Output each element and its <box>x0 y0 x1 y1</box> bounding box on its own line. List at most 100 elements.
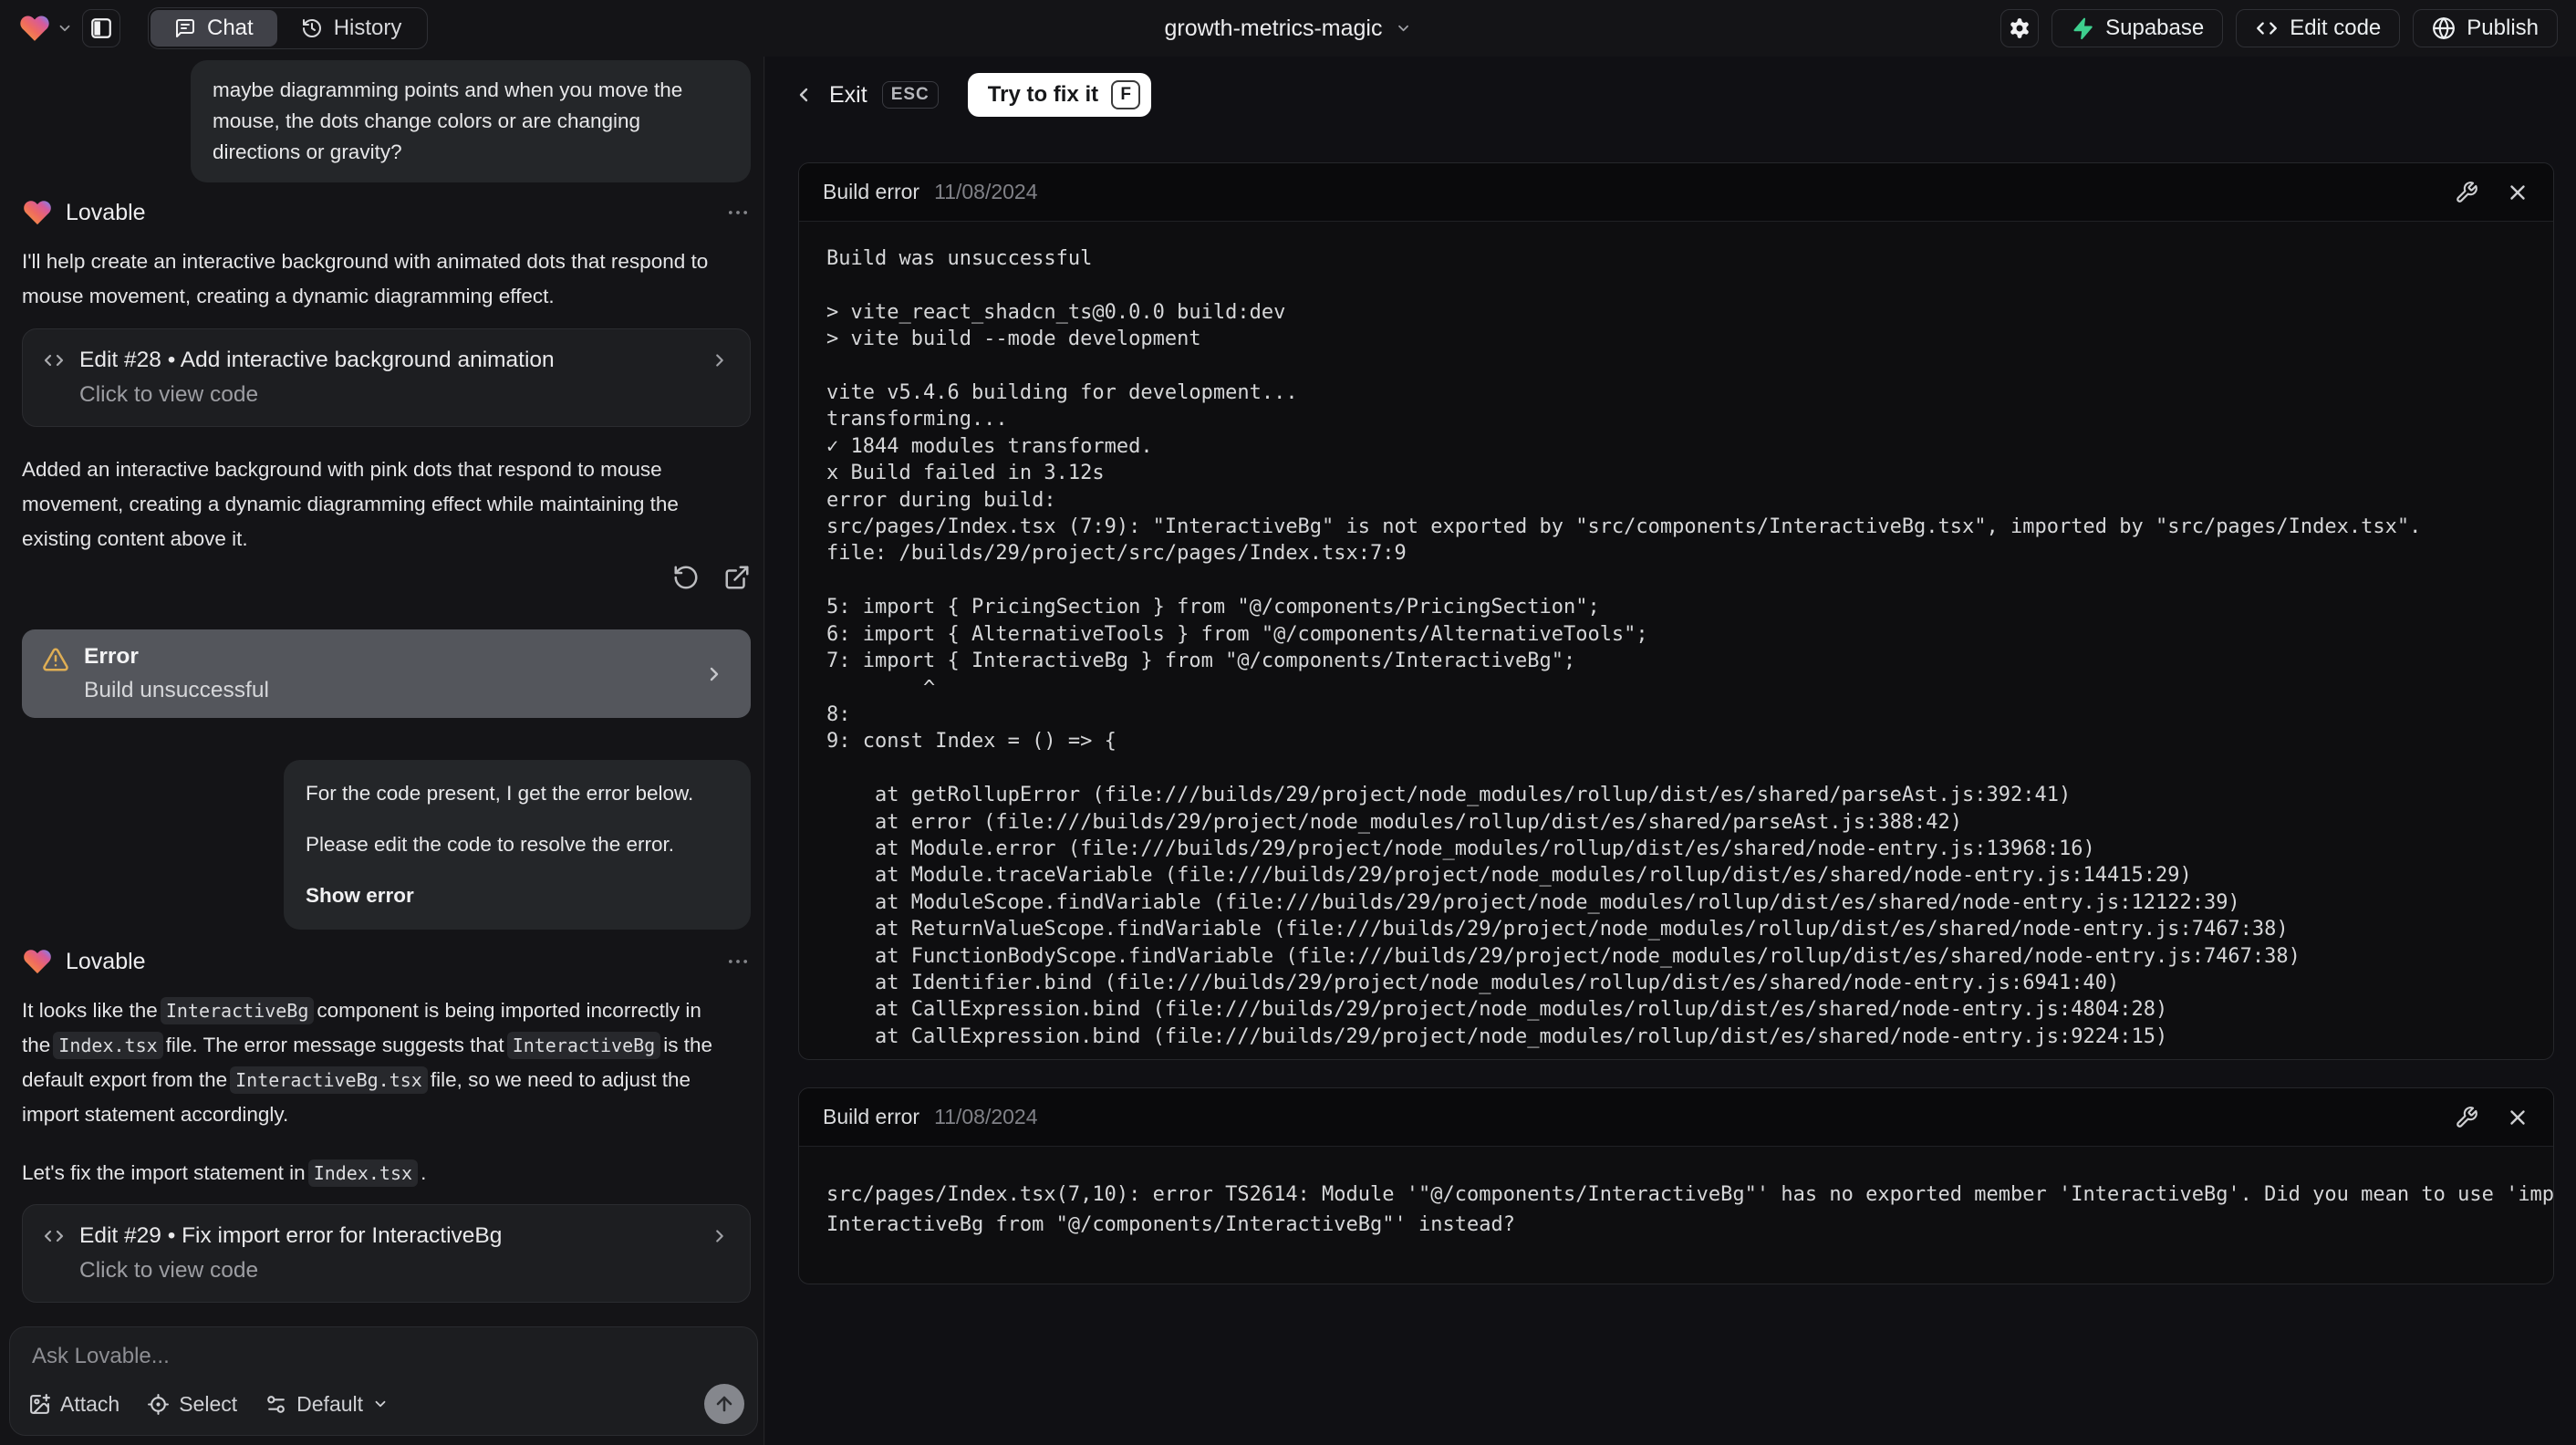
edit-card-subtitle: Click to view code <box>79 1258 259 1283</box>
chevron-down-icon <box>372 1396 389 1412</box>
tab-chat[interactable]: Chat <box>151 10 277 47</box>
assistant-header: Lovable <box>22 197 751 228</box>
assistant-intro-text: I'll help create an interactive backgrou… <box>22 250 709 307</box>
warning-triangle-icon <box>42 646 84 673</box>
message-more-button[interactable] <box>725 200 751 225</box>
edit-code-label: Edit code <box>2290 16 2382 40</box>
code-brackets-icon <box>43 1225 65 1247</box>
inline-code: InteractiveBg <box>160 997 315 1024</box>
build-error-card-header: Build error 11/08/2024 <box>799 163 2553 222</box>
edit-card-28[interactable]: Edit #28 • Add interactive background an… <box>22 328 751 427</box>
supabase-label: Supabase <box>2105 16 2205 40</box>
build-error-card-2: Build error 11/08/2024 src/pages/Index.t… <box>798 1087 2554 1284</box>
restore-icon[interactable] <box>672 564 700 591</box>
build-error-banner[interactable]: Error Build unsuccessful <box>22 629 751 718</box>
tab-history[interactable]: History <box>277 10 426 47</box>
user-message: maybe diagramming points and when you mo… <box>191 60 751 182</box>
edit-card-29[interactable]: Edit #29 • Fix import error for Interact… <box>22 1204 751 1303</box>
history-icon <box>301 17 323 39</box>
top-bar: Chat History growth-metrics-magic Supaba… <box>0 0 2576 57</box>
show-error-link[interactable]: Show error <box>306 880 729 911</box>
publish-label: Publish <box>2467 16 2539 40</box>
build-error-log[interactable]: Build was unsuccessful > vite_react_shad… <box>799 222 2553 1050</box>
edit-card-title: Edit #29 • Fix import error for Interact… <box>79 1223 503 1248</box>
publish-button[interactable]: Publish <box>2413 9 2558 47</box>
chat-composer: Attach Select Default <box>9 1326 758 1436</box>
user-message-line: For the code present, I get the error be… <box>306 782 694 805</box>
chat-bubble-icon <box>174 17 196 39</box>
assistant-name: Lovable <box>66 199 146 225</box>
settings-button[interactable] <box>2000 9 2040 47</box>
tab-chat-label: Chat <box>207 16 254 40</box>
user-message-text: maybe diagramming points and when you mo… <box>213 78 683 163</box>
chevron-right-icon <box>703 663 731 685</box>
attach-label: Attach <box>60 1391 120 1416</box>
user-message: For the code present, I get the error be… <box>284 760 751 930</box>
lovable-logo-menu[interactable] <box>18 12 73 45</box>
try-to-fix-button[interactable]: Try to fix it F <box>967 73 1152 117</box>
build-error-title: Build error <box>823 180 920 203</box>
panel-left-icon <box>89 16 113 40</box>
error-banner-subtitle: Build unsuccessful <box>84 678 269 702</box>
chat-history-tabs: Chat History <box>148 7 429 49</box>
wrench-icon[interactable] <box>2455 1106 2478 1129</box>
lovable-heart-icon <box>22 946 53 977</box>
lovable-heart-icon <box>18 12 51 45</box>
globe-icon <box>2432 16 2456 40</box>
mode-selector[interactable]: Default <box>265 1392 389 1417</box>
edit-code-button[interactable]: Edit code <box>2236 9 2401 47</box>
image-plus-icon <box>28 1393 51 1416</box>
arrow-up-icon <box>713 1393 735 1415</box>
chevron-left-icon[interactable] <box>793 84 815 106</box>
assistant-explanation: It looks like the InteractiveBg component … <box>22 997 713 1126</box>
close-icon[interactable] <box>2506 181 2529 204</box>
lovable-heart-icon <box>22 197 53 228</box>
code-brackets-icon <box>2255 16 2279 40</box>
assistant-fix-statement: Let's fix the import statement in Index.t… <box>22 1156 751 1190</box>
exit-button[interactable]: Exit <box>829 82 867 109</box>
tab-history-label: History <box>333 16 402 40</box>
sliders-icon <box>265 1393 287 1416</box>
build-error-log[interactable]: src/pages/Index.tsx(7,10): error TS2614:… <box>799 1147 2553 1240</box>
inline-code: InteractiveBg <box>506 1032 661 1059</box>
inline-code: Index.tsx <box>53 1032 163 1059</box>
sidebar-toggle-button[interactable] <box>82 9 120 47</box>
mode-label: Default <box>296 1391 364 1416</box>
esc-key-badge: ESC <box>881 81 939 109</box>
assistant-summary-text: Added an interactive background with pin… <box>22 458 679 550</box>
error-overlay-header: Exit ESC Try to fix it F <box>793 73 1152 117</box>
chevron-down-icon <box>57 20 73 36</box>
crosshair-icon <box>147 1393 170 1416</box>
supabase-icon <box>2071 16 2094 40</box>
edit-card-title: Edit #28 • Add interactive background an… <box>79 348 555 372</box>
assistant-header: Lovable <box>22 946 751 977</box>
inline-code: Index.tsx <box>307 1159 419 1187</box>
console-output: src/pages/Index.tsx(7,10): error TS2614:… <box>826 1183 2554 1236</box>
chat-message-list[interactable]: maybe diagramming points and when you mo… <box>0 57 763 1318</box>
project-switcher[interactable]: growth-metrics-magic <box>1165 16 1412 42</box>
build-error-title: Build error <box>823 1105 920 1128</box>
chevron-down-icon <box>1395 20 1411 36</box>
message-more-button[interactable] <box>725 949 751 974</box>
chat-panel: maybe diagramming points and when you mo… <box>0 57 764 1445</box>
project-name: growth-metrics-magic <box>1164 15 1383 41</box>
select-element-button[interactable]: Select <box>147 1392 237 1417</box>
build-error-date: 11/08/2024 <box>934 1105 1038 1128</box>
f-key-badge: F <box>1111 80 1141 109</box>
inline-code: InteractiveBg.tsx <box>230 1066 428 1094</box>
select-label: Select <box>179 1391 238 1416</box>
user-message-line: Please edit the code to resolve the erro… <box>306 833 674 856</box>
wrench-icon[interactable] <box>2455 181 2478 204</box>
gear-icon <box>2008 16 2031 40</box>
edit-card-subtitle: Click to view code <box>79 382 259 407</box>
assistant-name: Lovable <box>66 948 146 974</box>
attach-button[interactable]: Attach <box>28 1392 119 1417</box>
close-icon[interactable] <box>2506 1106 2529 1129</box>
send-button[interactable] <box>704 1384 744 1424</box>
supabase-button[interactable]: Supabase <box>2051 9 2224 47</box>
lovable-app: Chat History growth-metrics-magic Supaba… <box>0 0 2576 1445</box>
open-external-icon[interactable] <box>723 564 751 591</box>
chat-input[interactable] <box>32 1344 735 1369</box>
code-brackets-icon <box>43 349 65 371</box>
build-error-card-1: Build error 11/08/2024 Build was unsucce… <box>798 162 2554 1060</box>
